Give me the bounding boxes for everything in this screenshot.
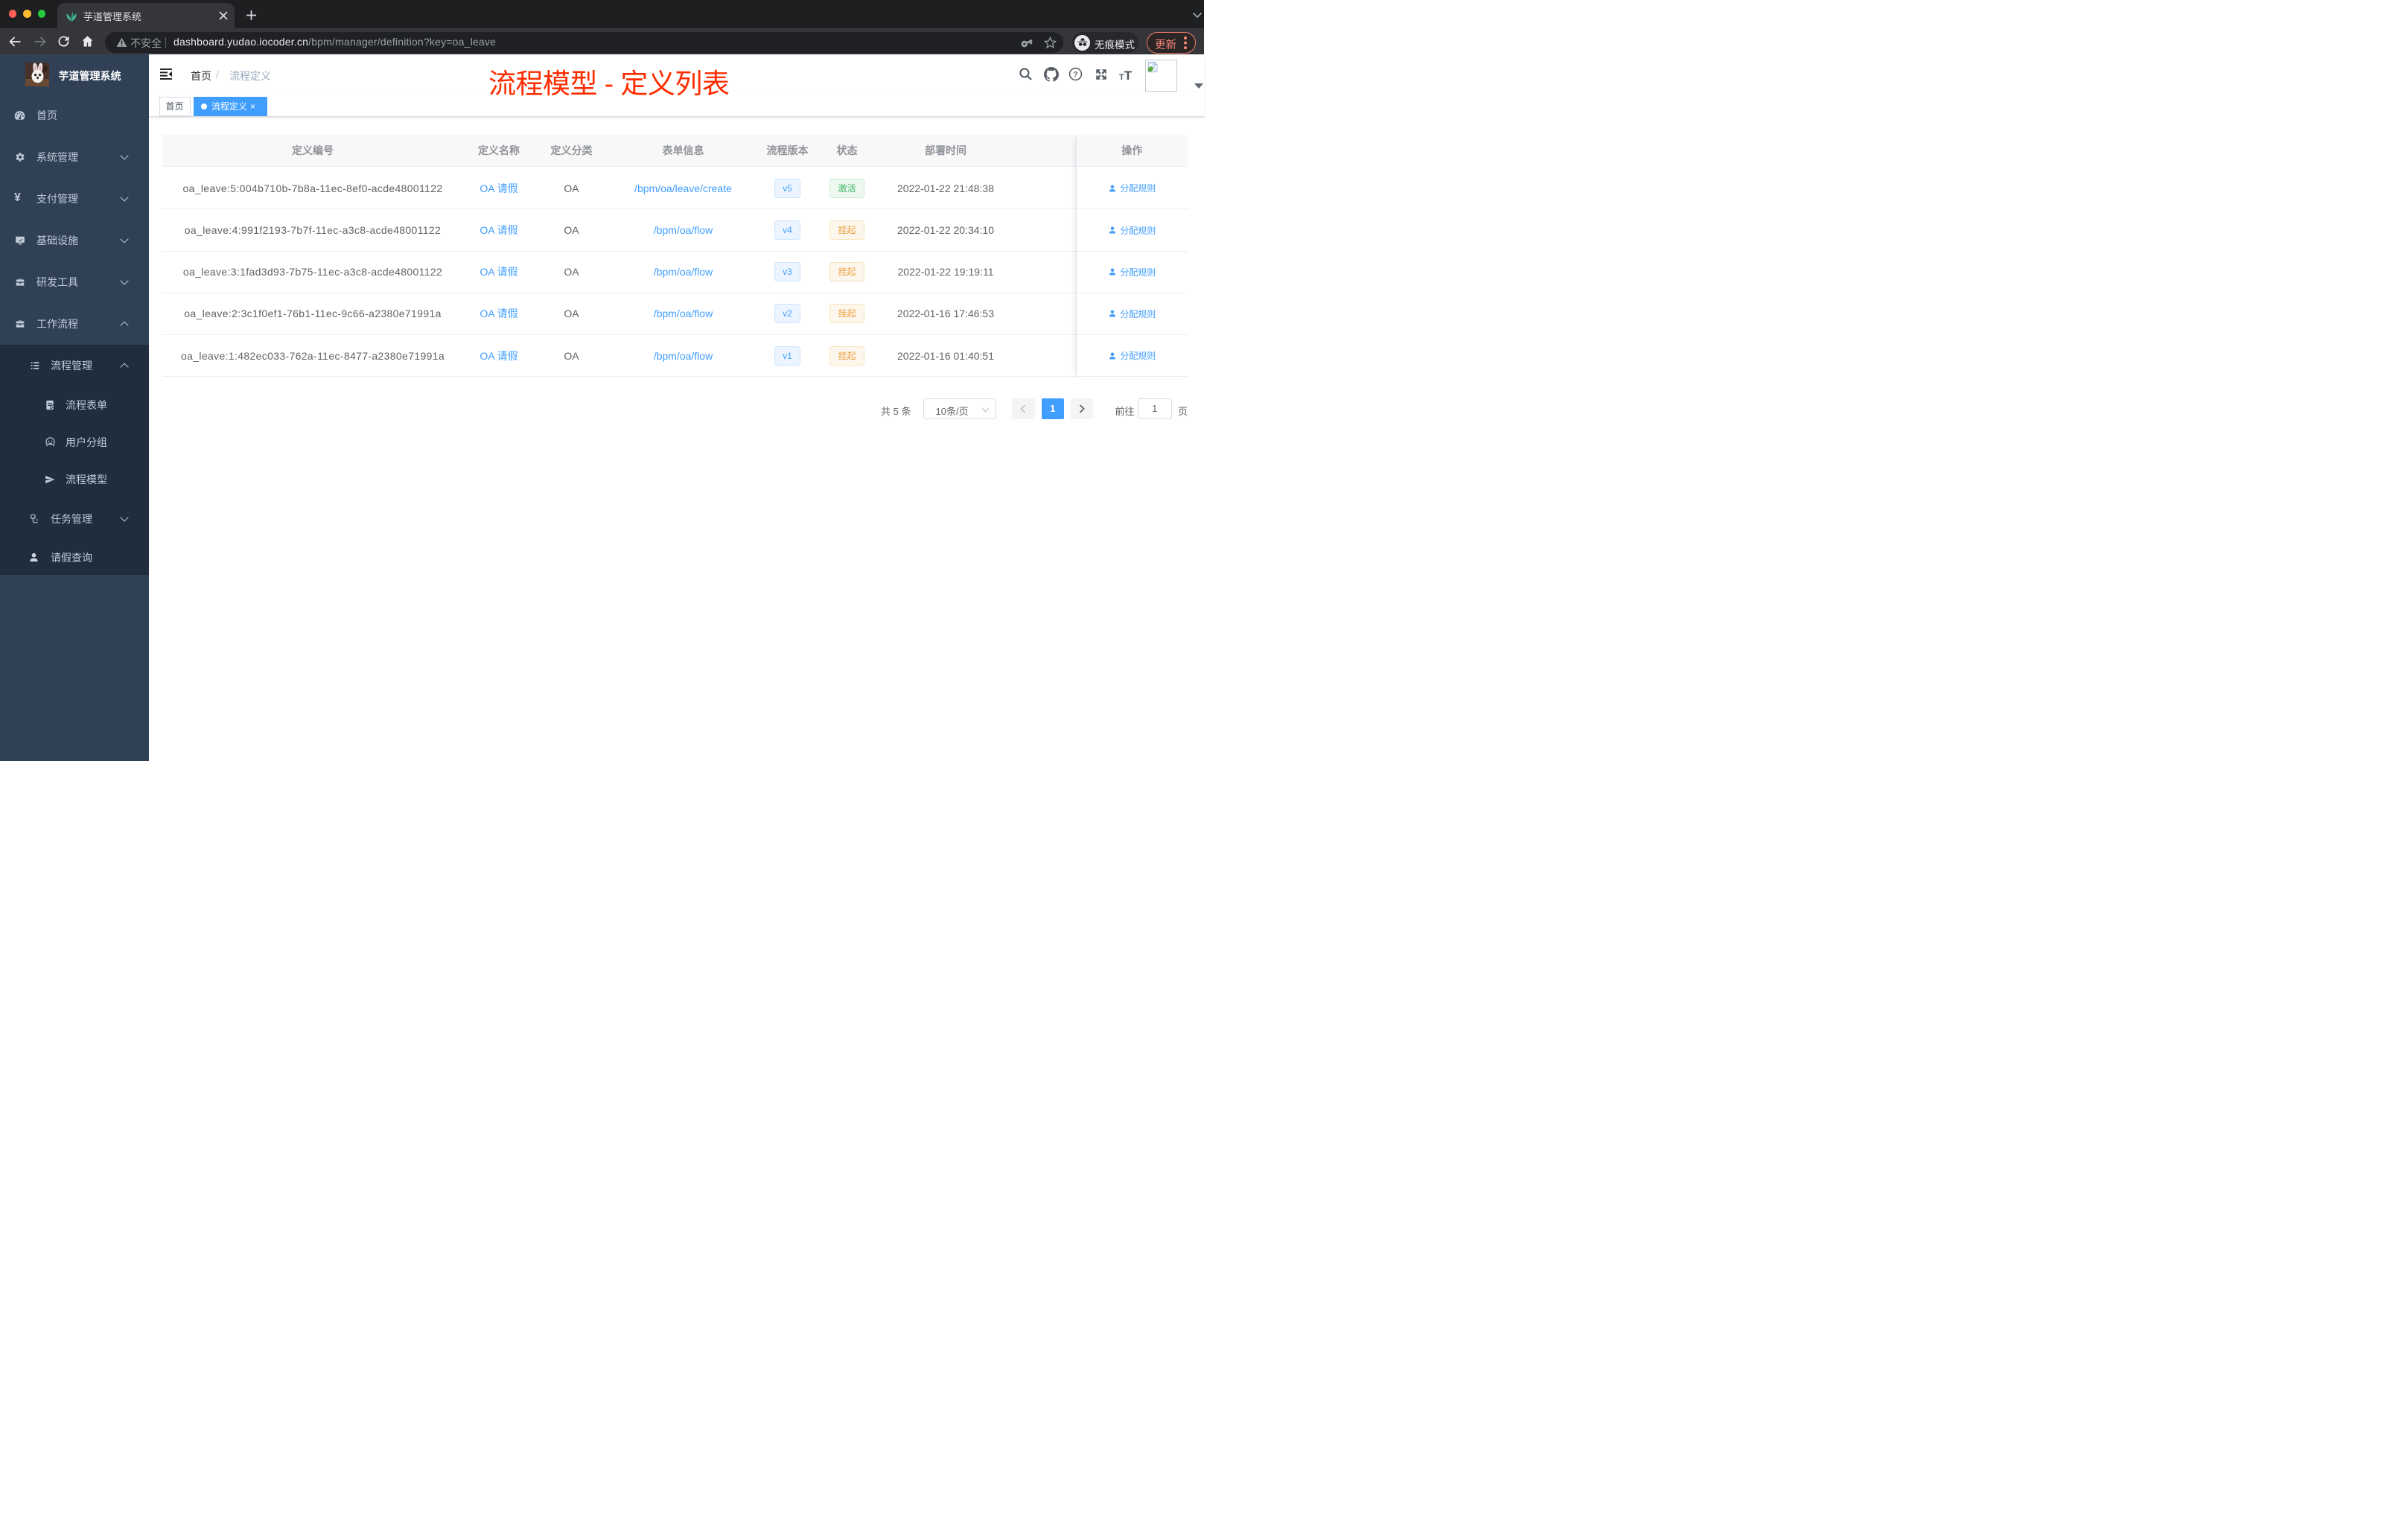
svg-text:?: ? bbox=[1073, 71, 1077, 79]
